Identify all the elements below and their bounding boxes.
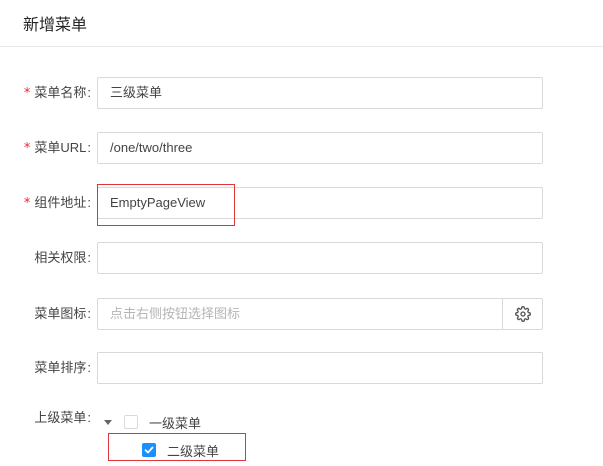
caret-down-icon[interactable] [104, 419, 112, 425]
icon-label: 菜单图标: [34, 306, 91, 321]
component-input[interactable]: EmptyPageView [97, 187, 543, 219]
form-row-order: 菜单排序: [0, 352, 603, 384]
menu-name-input[interactable]: 三级菜单 [97, 77, 543, 109]
form-row-menu-name: * 菜单名称: 三级菜单 [0, 77, 603, 109]
icon-input[interactable]: 点击右侧按钮选择图标 [97, 298, 503, 330]
dialog-header: 新增菜单 [0, 0, 603, 47]
level1-checkbox[interactable] [124, 415, 138, 429]
check-icon [144, 446, 154, 454]
menu-url-input[interactable]: /one/two/three [97, 132, 543, 164]
required-mark: * [23, 141, 31, 156]
tree-node-label: 二级菜单 [167, 443, 220, 459]
component-label: * 组件地址: [23, 195, 91, 211]
form-row-menu-url: * 菜单URL: /one/two/three [0, 132, 603, 164]
tree-node-level2[interactable]: 二级菜单 [142, 438, 219, 462]
parent-label: 上级菜单: [34, 410, 91, 425]
required-mark: * [23, 196, 31, 211]
permission-input[interactable] [97, 242, 543, 274]
order-label: 菜单排序: [34, 360, 91, 375]
form-row-parent: 上级菜单: [0, 406, 603, 430]
menu-url-label: * 菜单URL: [23, 140, 91, 156]
dialog-title: 新增菜单 [23, 17, 88, 34]
gear-icon [514, 306, 531, 322]
tree-node-level1[interactable]: 一级菜单 [104, 410, 201, 434]
required-mark: * [23, 86, 31, 101]
order-input[interactable] [97, 352, 543, 384]
level2-checkbox[interactable] [142, 443, 156, 457]
form-row-icon: 菜单图标: 点击右侧按钮选择图标 [0, 298, 603, 330]
form-row-component: * 组件地址: EmptyPageView [0, 187, 603, 219]
form-row-permission: 相关权限: [0, 242, 603, 274]
select-icon-button[interactable] [502, 298, 543, 330]
menu-name-label: * 菜单名称: [23, 85, 91, 101]
permission-label: 相关权限: [34, 250, 91, 265]
tree-node-label: 一级菜单 [149, 415, 202, 431]
